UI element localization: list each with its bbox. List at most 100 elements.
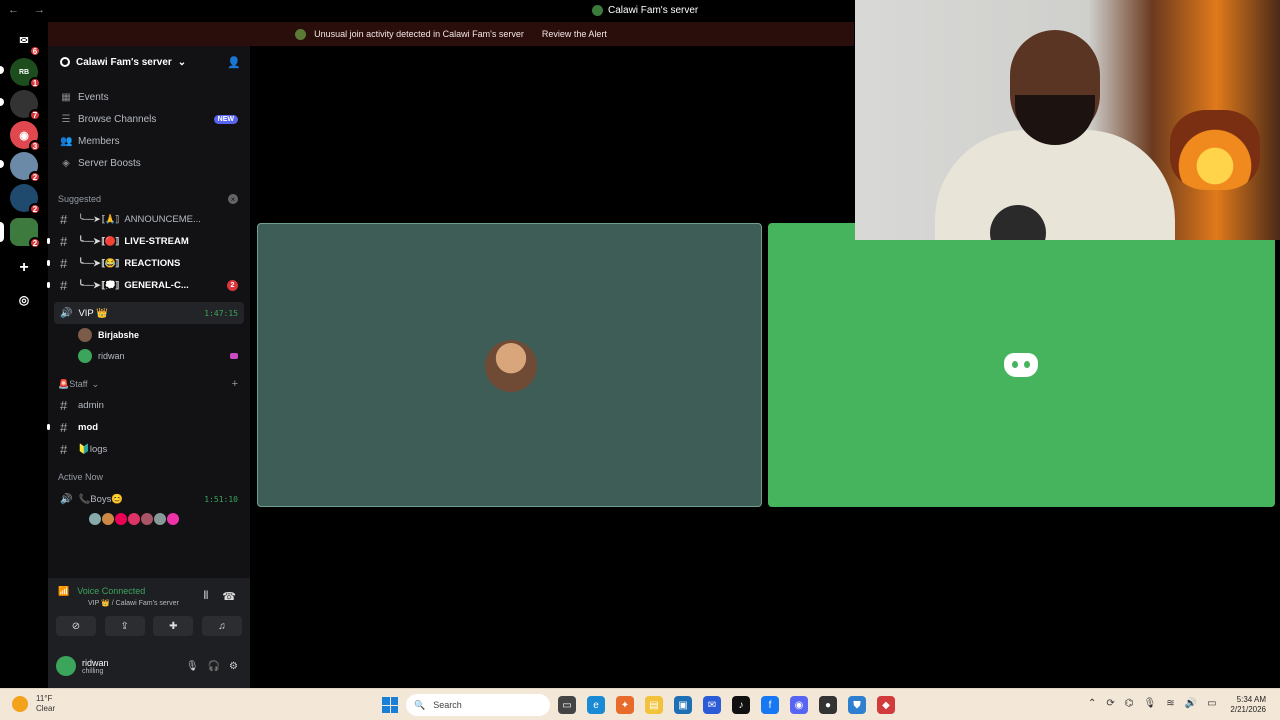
network-icon[interactable]: ⌬ [1125, 698, 1134, 709]
guild-icon-2[interactable]: 7 [10, 90, 41, 121]
obs-icon[interactable]: ● [819, 696, 837, 714]
close-icon[interactable]: × [228, 194, 238, 204]
unread-dot [47, 424, 50, 430]
taskbar: 11°F Clear 🔍 Search ▭ e ✦ ▤ ▣ ✉ ♪ f ◉ ● … [0, 688, 1280, 720]
channel-prefix: ╰──➤ ⟦💭⟧ [78, 279, 119, 290]
member-name: ridwan [98, 350, 125, 361]
channel-announcements[interactable]: # ╰──➤ ⟦🙏⟧ ANNOUNCEME... [48, 208, 250, 230]
taskbar-search[interactable]: 🔍 Search [406, 694, 550, 716]
username: ridwan [82, 657, 109, 668]
microphone-icon[interactable]: 🎙 [186, 661, 199, 672]
tiktok-icon[interactable]: ♪ [732, 696, 750, 714]
user-info[interactable]: ridwan chilling 🎙 🎧 ⚙ [56, 650, 242, 682]
voice-channel-boys[interactable]: 🔊 📞Boys😊 1:51:10 [54, 488, 244, 510]
voice-timer: 1:47:15 [204, 308, 238, 318]
boost-icon: ◈ [62, 157, 70, 169]
signal-icon: 📶 [58, 586, 70, 596]
menu-label: Events [78, 91, 109, 103]
menu-label: Members [78, 135, 120, 147]
guild-icon-calawi[interactable]: 2 [10, 218, 41, 249]
hash-icon: # [60, 441, 68, 457]
direct-messages-icon[interactable]: ✉ 6 [10, 26, 41, 57]
task-view-icon[interactable]: ▭ [558, 696, 576, 714]
menu-label: Server Boosts [78, 157, 141, 169]
chevron-up-icon[interactable]: ⌃ [1088, 698, 1096, 709]
channel-admin[interactable]: # admin [48, 394, 250, 416]
active-now-header: Active Now [48, 468, 250, 486]
discover-icon[interactable]: ◎ [10, 286, 38, 314]
guild-icon-3[interactable]: ◉ 3 [10, 121, 41, 152]
avatar [166, 512, 180, 526]
hash-icon: # [60, 211, 68, 227]
clock[interactable]: 5:34 AM 2/21/2026 [1230, 695, 1266, 715]
add-server-icon[interactable]: + [10, 254, 38, 282]
invite-user-icon[interactable]: 👤 [227, 56, 241, 69]
disconnect-icon[interactable]: ☎ [222, 590, 236, 603]
server-header[interactable]: Calawi Fam's server ⌄ 👤 [48, 46, 250, 78]
category-staff[interactable]: 🚨Staff ⌄ + [48, 374, 250, 394]
channel-live-stream[interactable]: # ╰──➤ ⟦🔴⟧ LIVE-STREAM [47, 230, 250, 252]
soundboard-button[interactable]: ♫ [201, 616, 242, 636]
hash-icon: # [60, 397, 68, 413]
suggested-header: Suggested × [48, 190, 250, 208]
webcam-overlay [855, 0, 1280, 240]
guild-icon-5[interactable]: 2 [10, 184, 41, 215]
system-tray: ⌃ ⟳ ⌬ 🎙 ≋ 🔊 ▭ [1088, 698, 1217, 709]
discord-icon[interactable]: ◉ [790, 696, 808, 714]
wifi-icon[interactable]: ≋ [1166, 698, 1174, 709]
server-rail: ✉ 6 RB 1 7 ◉ 3 2 2 2 + ◎ [0, 22, 48, 688]
menu-browse-channels[interactable]: ☰ Browse Channels NEW [48, 108, 250, 130]
volume-icon[interactable]: 🔊 [1185, 698, 1197, 709]
voice-location[interactable]: VIP 👑 / Calawi Fam's server [88, 599, 179, 607]
channel-general-chat[interactable]: # ╰──➤ ⟦💭⟧ GENERAL-C... 2 [47, 274, 250, 296]
vpn-shield-icon[interactable]: ⛊ [848, 696, 866, 714]
channel-logs[interactable]: # 🔰logs [48, 438, 250, 460]
avatar [153, 512, 167, 526]
voice-channel-name: VIP 👑 [78, 307, 109, 319]
sync-icon[interactable]: ⟳ [1106, 698, 1114, 709]
weather-widget[interactable]: 11°F Clear [12, 694, 55, 714]
taskbar-apps: ▭ e ✦ ▤ ▣ ✉ ♪ f ◉ ● ⛊ ◆ [558, 696, 895, 714]
headphones-icon[interactable]: 🎧 [208, 661, 220, 672]
chevron-down-icon: ⌄ [177, 56, 187, 68]
server-icon [592, 5, 603, 16]
window-title: Calawi Fam's server [592, 5, 698, 16]
outlook-icon[interactable]: ✉ [703, 696, 721, 714]
channel-reactions[interactable]: # ╰──➤ ⟦😂⟧ REACTIONS [47, 252, 250, 274]
voice-member[interactable]: ridwan [48, 345, 250, 366]
share-screen-button[interactable]: ⇪ [104, 616, 145, 636]
guild-icon-4[interactable]: 2 [10, 152, 41, 183]
voice-controls: ⫴ ☎ [204, 590, 236, 603]
guild-icon-1[interactable]: RB 1 [10, 58, 41, 89]
menu-server-boosts[interactable]: ◈ Server Boosts [48, 152, 250, 174]
windows-start-icon[interactable] [382, 697, 398, 713]
store-icon[interactable]: ▣ [674, 696, 692, 714]
section-label: Suggested [58, 194, 102, 204]
voice-status[interactable]: Voice Connected [77, 586, 145, 597]
edge-icon[interactable]: e [587, 696, 605, 714]
voice-action-row: ⊘ ⇪ ✚ ♫ [56, 616, 242, 636]
file-explorer-icon[interactable]: ▤ [645, 696, 663, 714]
video-tile-birjabshe[interactable] [257, 223, 762, 507]
nav-arrows[interactable]: ← → [8, 4, 51, 16]
anydesk-icon[interactable]: ◆ [877, 696, 895, 714]
facebook-icon[interactable]: f [761, 696, 779, 714]
copilot-icon[interactable]: ✦ [616, 696, 634, 714]
channel-mod[interactable]: # mod [47, 416, 250, 438]
camera-off-button[interactable]: ⊘ [56, 616, 96, 636]
gear-icon[interactable]: ⚙ [229, 661, 238, 672]
add-channel-icon[interactable]: + [232, 378, 238, 390]
video-tile-ridwan[interactable] [768, 223, 1275, 507]
active-avatars [48, 512, 250, 526]
microphone-icon[interactable]: 🎙 [1144, 698, 1157, 709]
activities-button[interactable]: ✚ [153, 616, 194, 636]
battery-icon[interactable]: ▭ [1207, 698, 1216, 709]
review-alert-button[interactable]: Review the Alert [542, 29, 607, 39]
menu-events[interactable]: ▦ Events [48, 86, 250, 108]
section-label: Active Now [58, 472, 104, 482]
hash-icon: # [60, 255, 68, 271]
noise-suppression-icon[interactable]: ⫴ [204, 590, 209, 603]
voice-channel-vip[interactable]: 🔊 VIP 👑 1:47:15 [54, 302, 244, 324]
voice-member[interactable]: Birjabshe [48, 324, 250, 345]
menu-members[interactable]: 👥 Members [48, 130, 250, 152]
